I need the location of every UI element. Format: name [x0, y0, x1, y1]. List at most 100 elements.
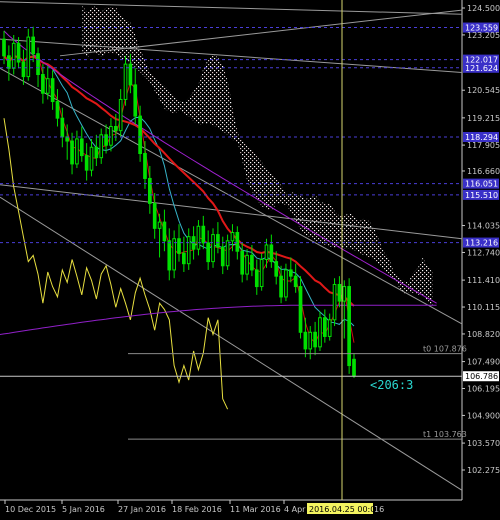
time-tick-label: 11 Mar 2016 — [230, 505, 281, 514]
price-tick-label: 116.660 — [467, 167, 500, 176]
level-price-tag: 113.216 — [463, 237, 499, 248]
price-chart: 123.559122.017121.624118.294116.051115.5… — [0, 0, 500, 514]
candle-down — [128, 63, 133, 86]
candle-down — [162, 221, 167, 242]
candle-down — [250, 254, 254, 271]
level-price-tag-text: 115.510 — [465, 191, 498, 200]
candle-up — [318, 317, 322, 348]
candle-down — [104, 134, 108, 146]
price-tick-label: 106.195 — [467, 385, 500, 394]
candle-up — [11, 42, 16, 69]
level-price-tag-text: 113.216 — [465, 239, 498, 248]
candle-down — [269, 244, 274, 263]
price-tick-label: 114.035 — [467, 222, 500, 231]
candle-down — [288, 269, 293, 277]
candle-down — [41, 74, 45, 94]
candle-down — [79, 138, 84, 157]
slow-ma-line — [3, 54, 355, 307]
candle-up — [118, 98, 123, 132]
cloud-area — [82, 5, 433, 308]
level-price-tag: 116.051 — [463, 178, 499, 189]
candle-down — [167, 240, 172, 271]
candle-down — [177, 238, 181, 254]
level-price-tag-text: 121.624 — [465, 64, 498, 73]
candle-up — [264, 244, 269, 261]
candle-down — [147, 177, 152, 204]
candle-down — [84, 155, 89, 171]
price-tick-label: 104.900 — [467, 411, 500, 420]
candle-down — [298, 286, 303, 333]
price-tick-label: 110.115 — [467, 303, 500, 312]
candle-down — [352, 358, 356, 377]
candle-down — [31, 36, 36, 55]
t1-label: t1 103.763 — [423, 430, 467, 439]
trend-line — [0, 1, 463, 15]
candle-up — [45, 78, 50, 94]
time-tick-label: 18 Feb 2016 — [172, 505, 222, 514]
candle-down — [303, 331, 308, 350]
candle-down — [50, 78, 55, 103]
price-tick-label: 103.570 — [467, 439, 500, 448]
price-tick-label: 108.820 — [467, 330, 500, 339]
candle-up — [211, 234, 215, 263]
price-tick-label: 112.740 — [467, 248, 500, 257]
level-price-tag: 115.510 — [463, 189, 499, 200]
candle-down — [240, 250, 245, 275]
price-levels: 123.559122.017121.624118.294116.051115.5… — [0, 22, 499, 440]
price-tick-label: 117.905 — [467, 141, 500, 150]
bar-countdown: <206:3 — [370, 378, 413, 392]
candle-down — [113, 125, 118, 132]
candle-down — [274, 261, 279, 277]
candle-down — [279, 275, 283, 298]
level-price-tag-text: 106.786 — [465, 372, 498, 381]
candle-up — [245, 254, 249, 275]
time-axis: 10 Dec 2015 5 Jan 2016 27 Jan 2016 18 Feb 2… — [4, 500, 384, 514]
candle-up — [172, 238, 176, 271]
candle-down — [220, 246, 225, 267]
candle-up — [308, 331, 313, 350]
candle-up — [26, 36, 31, 78]
candle-up — [186, 236, 191, 265]
candle-up — [109, 125, 113, 146]
candle-up — [327, 319, 332, 337]
cursor-time-suffix: 16 — [374, 505, 384, 514]
trend-line — [0, 184, 463, 240]
t0-label: t0 107.876 — [423, 345, 467, 354]
time-tick-label: 10 Dec 2015 — [5, 505, 56, 514]
candle-up — [332, 283, 337, 321]
time-tick-label: 5 Jan 2016 — [62, 505, 105, 514]
candle-up — [123, 63, 128, 100]
trend-lines — [0, 1, 463, 491]
candle-down — [235, 232, 240, 252]
candle-down — [94, 146, 99, 159]
chart-window: 123.559 122.017 121.624 118.294 116.051 115.5… — [0, 0, 500, 520]
candle-down — [313, 331, 317, 348]
candle-down — [36, 53, 40, 76]
candle-down — [206, 242, 211, 263]
time-tick-label: 27 Jan 2016 — [118, 505, 166, 514]
price-tick-label: 102.275 — [467, 466, 500, 475]
candle-up — [342, 286, 347, 302]
candle-down — [7, 55, 11, 69]
level-price-tag: 106.786 — [463, 371, 499, 382]
chikou-span-line — [3, 118, 229, 410]
candle-down — [182, 252, 186, 265]
cursor-time-label: 2016.04.25 00:00 — [309, 505, 380, 514]
candle-up — [259, 259, 264, 288]
candle-down — [216, 234, 220, 248]
price-tick-label: 124.500 — [467, 4, 500, 13]
candle-down — [201, 225, 206, 244]
candle-down — [254, 269, 259, 288]
candle-down — [133, 84, 138, 117]
candle-down — [143, 153, 147, 179]
candle-down — [21, 61, 26, 78]
candle-down — [138, 115, 142, 155]
candle-down — [293, 275, 298, 288]
candle-up — [99, 134, 104, 159]
candle-up — [284, 269, 288, 298]
candle-down — [55, 101, 60, 119]
candle-up — [230, 232, 235, 242]
candle-up — [196, 225, 201, 250]
candle-down — [2, 38, 6, 57]
candle-down — [60, 117, 65, 138]
